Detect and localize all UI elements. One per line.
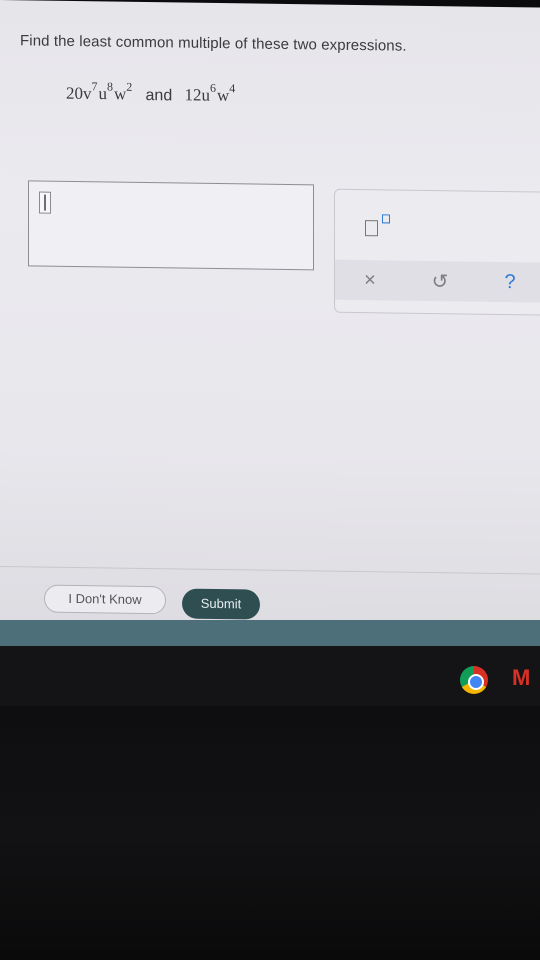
expr2-w-exp: 4 xyxy=(229,81,236,96)
submit-button[interactable]: Submit xyxy=(182,588,260,620)
math-toolbar: × ↺ ? xyxy=(334,188,540,316)
assessment-screen: Find the least common multiple of these … xyxy=(0,0,540,648)
superscript-button[interactable] xyxy=(365,212,399,238)
expr1-v: v xyxy=(83,83,92,103)
expr1-u-exp: 8 xyxy=(107,79,113,94)
superscript-exp-icon xyxy=(382,214,390,224)
expr-joiner: and xyxy=(145,86,173,105)
footer-divider xyxy=(0,566,540,575)
gmail-icon[interactable]: M xyxy=(512,667,540,689)
expr1-coef: 20 xyxy=(66,83,83,103)
chrome-icon[interactable] xyxy=(460,666,488,694)
toolbar-actions: × ↺ ? xyxy=(335,259,540,303)
answer-input[interactable] xyxy=(28,180,314,271)
expr1-u: u xyxy=(98,84,108,104)
monitor-bezel xyxy=(0,706,540,960)
question-prompt: Find the least common multiple of these … xyxy=(20,32,407,55)
browser-bottom-strip xyxy=(0,620,540,646)
expr2-u-exp: 6 xyxy=(209,80,216,96)
taskbar xyxy=(0,646,540,706)
expr1-w-exp: 2 xyxy=(126,79,133,94)
question-expression: 20v7u8w2 and 12u6w4 xyxy=(66,79,236,106)
dont-know-button[interactable]: I Don't Know xyxy=(44,584,166,615)
undo-button[interactable]: ↺ xyxy=(420,268,460,294)
expr2-coef: 12 xyxy=(184,85,202,105)
clear-button[interactable]: × xyxy=(350,268,390,292)
help-button[interactable]: ? xyxy=(490,270,530,294)
input-cursor-placeholder xyxy=(39,191,51,214)
expr1-v-exp: 7 xyxy=(91,79,98,94)
expr1-w: w xyxy=(114,84,127,104)
expr2-w: w xyxy=(216,85,230,105)
superscript-base-icon xyxy=(365,220,378,237)
expr2-u: u xyxy=(201,85,210,105)
